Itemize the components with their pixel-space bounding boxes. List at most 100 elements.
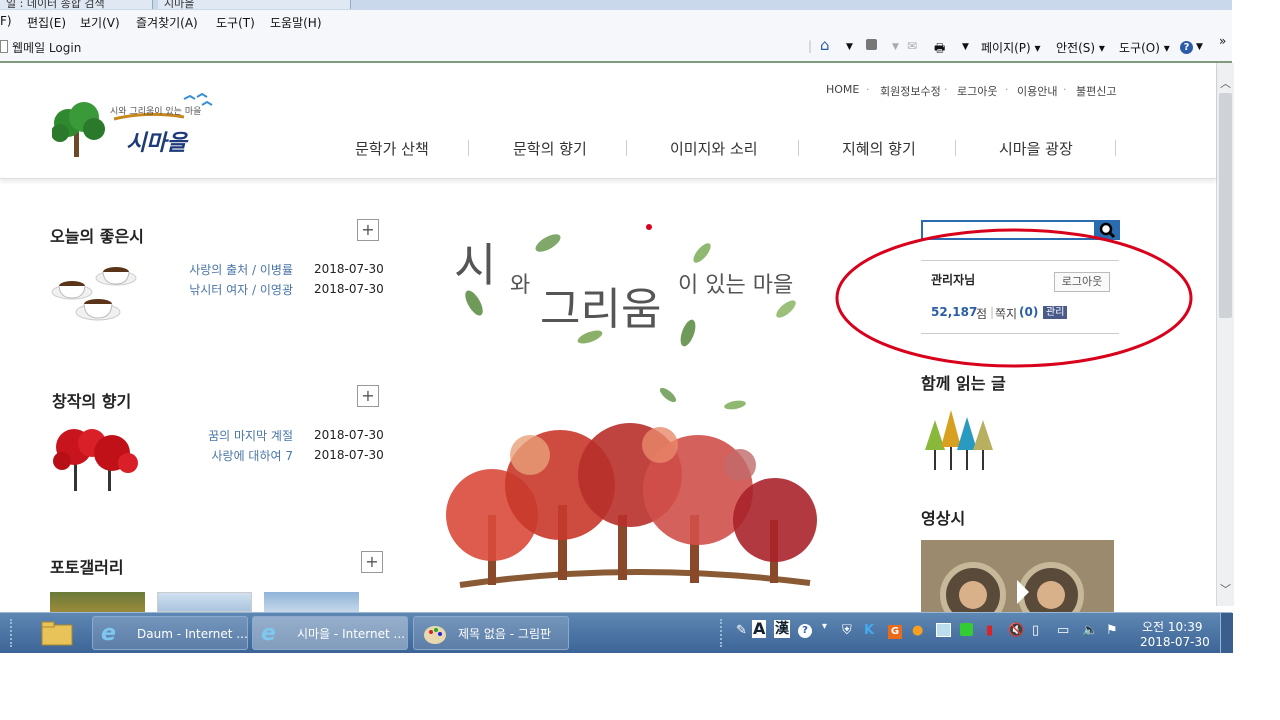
read-together-image[interactable] [923,405,995,475]
page-menu[interactable]: 페이지(P) ▾ [981,39,1041,56]
scrollbar-thumb[interactable] [1219,93,1232,318]
safety-menu[interactable]: 안전(S) ▾ [1056,39,1105,56]
scroll-up-arrow-icon[interactable]: ︿ [1220,75,1231,91]
task-simaeul-label: 시마을 - Internet ... [297,627,405,641]
favorites-bar: 웹메일 Login | ⌂ ▼ ▼ ✉ 🖶 ▼ 페이지(P) ▾ 안전(S) ▾… [0,34,1232,63]
taskbar-grip [10,619,20,647]
browser-tab-daum[interactable]: 일 : 데이터 종합 검색 [0,0,153,10]
gallery-thumb-3[interactable] [264,592,359,612]
gallery-more-button[interactable]: + [361,551,383,573]
browser-tab-simaeul[interactable]: 시마을 [158,0,351,10]
creation-date-2: 2018-07-30 [314,448,384,462]
favorite-webmail[interactable]: 웹메일 Login [0,39,81,56]
util-dot: · [944,83,948,96]
action-center-flag-icon[interactable]: ⚑ [1106,623,1118,638]
nav-literary-walk[interactable]: 문학가 산책 [355,138,429,159]
creation-date-1: 2018-07-30 [314,428,384,442]
menu-bar: F) 편집(E) 보기(V) 즐겨찾기(A) 도구(T) 도움말(H) [0,10,1232,35]
nav-divider [468,140,469,156]
video-poem-thumbnail[interactable] [921,540,1114,612]
k-app-icon[interactable]: K [864,623,874,638]
g-app-icon[interactable]: G [888,623,902,639]
creation-post-1[interactable]: 꿈의 마지막 계절 [150,427,293,444]
creation-title: 창작의 향기 [52,392,132,411]
usb-icon[interactable]: ▮ [986,623,993,638]
green-app-icon[interactable] [960,623,973,640]
util-guide[interactable]: 이용안내 [1017,83,1057,99]
ime-help-icon[interactable]: ? [798,622,812,638]
logo-text: 시마을 [126,130,187,156]
util-dot: · [1005,83,1009,96]
util-edit-profile[interactable]: 회원정보수정 [880,83,941,99]
hero-illustration [446,224,817,588]
network-icon[interactable]: ▭ [1057,623,1069,638]
help-dropdown-icon[interactable]: ▼ [1196,42,1203,52]
favorite-webmail-label: 웹메일 Login [12,41,82,55]
hanja-button[interactable]: 漢 [774,620,790,638]
scroll-down-arrow-icon[interactable]: ﹀ [1220,581,1231,597]
nav-literature-scent[interactable]: 문학의 향기 [513,138,587,159]
toolbar-more[interactable]: » [1219,34,1226,48]
file-explorer-icon[interactable] [40,619,74,647]
nav-divider [955,140,956,156]
device-icon[interactable]: ▯ [1032,623,1039,638]
browser-tab-strip: 일 : 데이터 종합 검색 시마을 [0,0,1232,10]
util-report[interactable]: 불편신고 [1076,83,1116,99]
creation-post-2[interactable]: 사랑에 대하여 7 [150,447,293,464]
toolbar-divider: | [808,39,813,53]
clock-date[interactable]: 2018-07-30 [1140,635,1210,649]
menu-favorites[interactable]: 즐겨찾기(A) [136,14,198,31]
menu-help[interactable]: 도움말(H) [270,14,322,31]
creation-more-button[interactable]: + [357,385,379,407]
tools-menu[interactable]: 도구(O) ▾ [1119,39,1170,56]
home-dropdown-icon[interactable]: ▼ [846,42,853,52]
util-dot: · [1063,83,1067,96]
today-poem-more-button[interactable]: + [357,219,379,241]
site-logo[interactable]: 시와 그리움이 있는 마을 시마을 [51,92,232,163]
task-paint[interactable]: 제목 없음 - 그림판 [413,616,569,650]
menu-tools[interactable]: 도구(T) [216,14,255,31]
today-poem-post-1[interactable]: 사랑의 출처 / 이병률 [150,261,293,278]
video-poem-title: 영상시 [921,509,966,528]
help-icon[interactable]: ? [1180,39,1193,54]
home-icon[interactable]: ⌂ [820,36,830,54]
windows-taskbar: e Daum - Internet ... e 시마을 - Internet .… [0,612,1233,653]
task-daum-internet[interactable]: e Daum - Internet ... [92,616,248,650]
logo-tagline: 시와 그리움이 있는 마을 [110,107,202,117]
ime-mode[interactable]: A [752,620,767,638]
gallery-thumb-1[interactable] [50,592,145,612]
show-desktop-button[interactable] [1220,613,1233,653]
menu-edit[interactable]: 편집(E) [27,14,66,31]
nav-simaeul-square[interactable]: 시마을 광장 [999,138,1073,159]
print-icon[interactable]: 🖶 [934,39,945,60]
menu-view[interactable]: 보기(V) [80,14,120,31]
gallery-title: 포토갤러리 [50,558,124,577]
security-shield-icon[interactable]: ⛨ [842,623,852,638]
print-dropdown-icon[interactable]: ▼ [962,42,969,52]
language-bar-icon[interactable]: ✎ [736,623,747,638]
nav-divider [626,140,627,156]
menu-file[interactable]: F) [0,14,12,28]
vertical-scrollbar[interactable]: ︿ ﹀ [1216,63,1234,606]
volume-muted-icon[interactable]: 🔇 [1008,623,1024,638]
coffee-cups-image [50,258,140,328]
today-poem-date-1: 2018-07-30 [314,262,384,276]
mail-icon[interactable]: ✉ [907,39,917,53]
page-icon [0,40,8,53]
tray-grip [720,619,728,647]
clock-time[interactable]: 오전 10:39 [1142,618,1202,635]
ime-options-icon[interactable]: ▾ [822,621,827,632]
feeds-icon[interactable] [866,39,877,53]
display-icon[interactable] [936,623,951,641]
gallery-thumb-2[interactable] [157,592,252,612]
util-logout[interactable]: 로그아웃 [957,83,997,99]
nav-wisdom-scent[interactable]: 지혜의 향기 [842,138,916,159]
util-home[interactable]: HOME [826,83,859,96]
feeds-dropdown-icon[interactable]: ▼ [892,42,899,52]
util-dot: · [866,83,870,96]
speaker-icon[interactable]: 🔈 [1082,623,1098,638]
nav-image-sound[interactable]: 이미지와 소리 [670,138,758,159]
task-simaeul-internet[interactable]: e 시마을 - Internet ... [252,616,408,650]
today-poem-post-2[interactable]: 낚시터 여자 / 이영광 [150,281,293,298]
updater-icon[interactable]: ● [912,623,923,638]
